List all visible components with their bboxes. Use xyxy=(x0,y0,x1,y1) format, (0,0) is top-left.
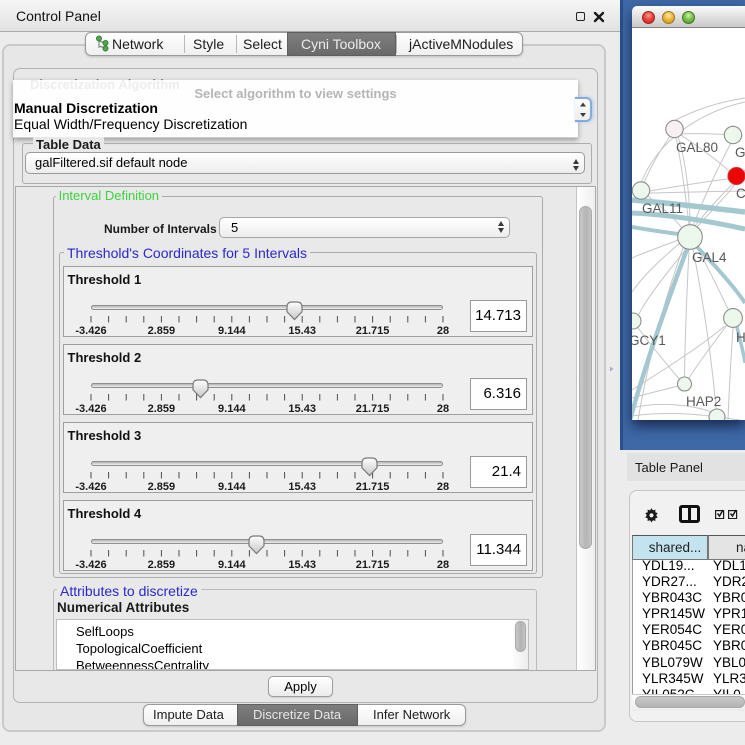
svg-text:GAL80: GAL80 xyxy=(676,140,718,155)
svg-text:H: H xyxy=(736,330,745,345)
svg-text:GAL4: GAL4 xyxy=(692,250,727,265)
svg-text:HAP2: HAP2 xyxy=(686,394,721,409)
svg-text:GCY1: GCY1 xyxy=(632,333,666,348)
svg-text:C: C xyxy=(736,186,745,201)
svg-text:GA: GA xyxy=(735,145,745,160)
svg-text:GAL11: GAL11 xyxy=(642,201,683,216)
